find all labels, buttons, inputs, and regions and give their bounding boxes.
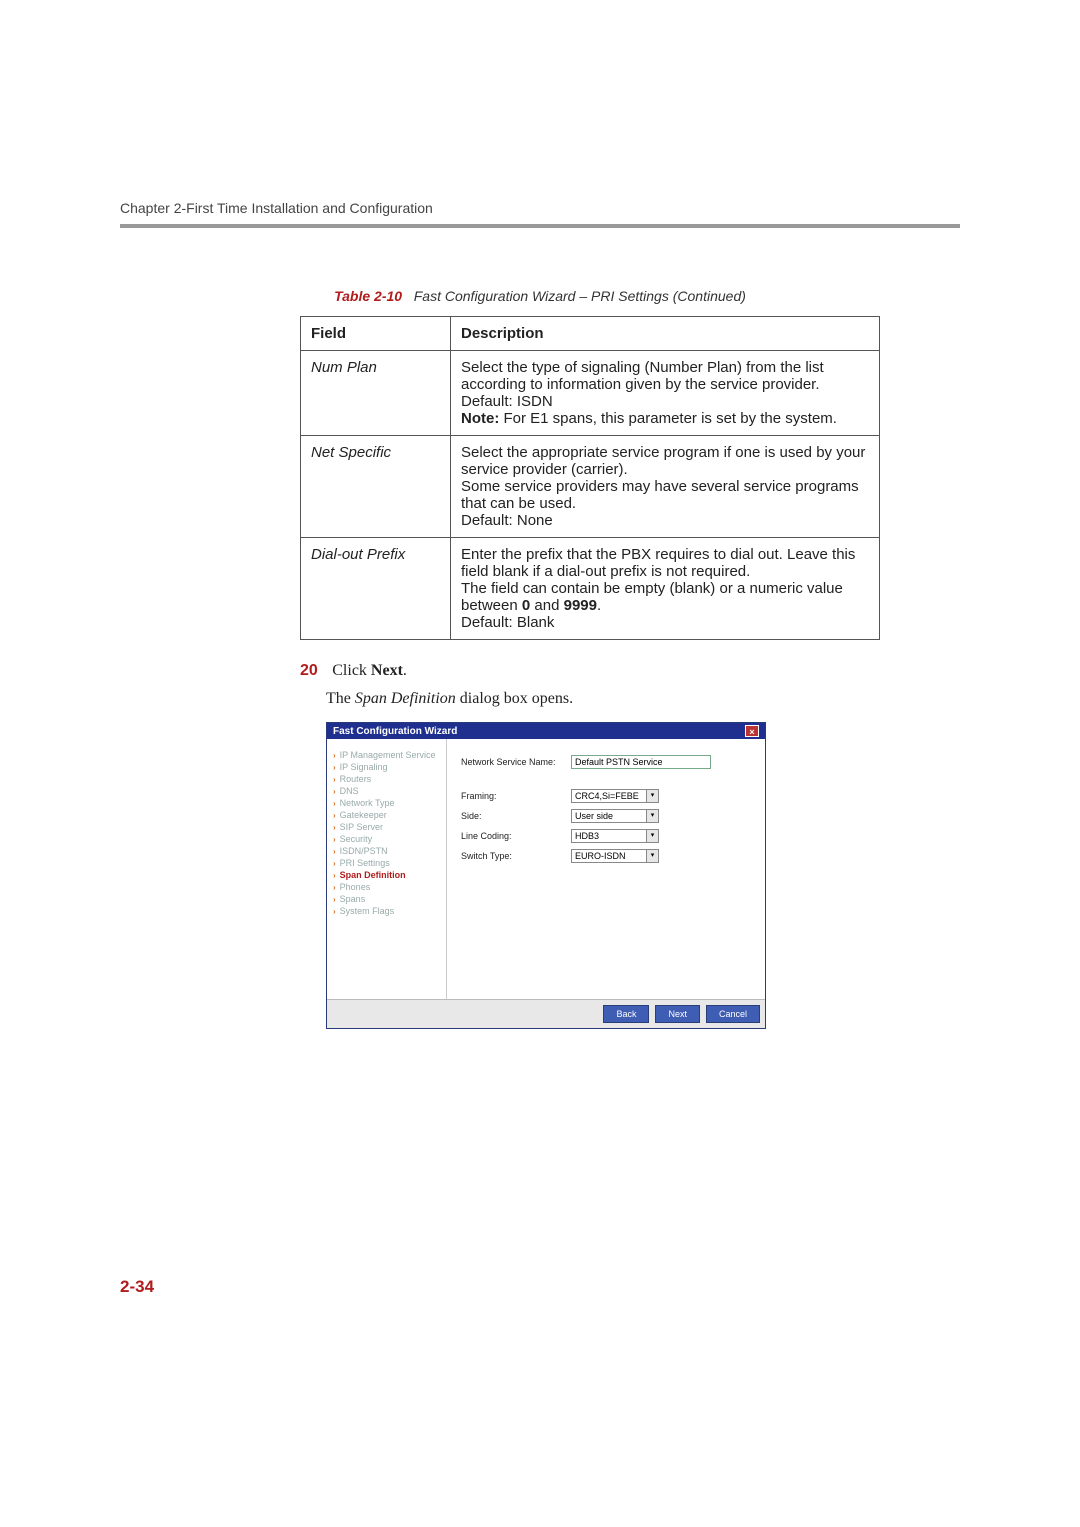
chevron-right-icon: ›	[333, 871, 336, 880]
caption-text: Fast Configuration Wizard – PRI Settings…	[406, 288, 746, 304]
chevron-down-icon: ▾	[647, 789, 659, 803]
chevron-right-icon: ›	[333, 811, 336, 820]
step-20: 20 Click Next.	[300, 662, 880, 680]
wizard-titlebar: Fast Configuration Wizard ×	[327, 723, 765, 739]
select-framing[interactable]: CRC4,Si=FEBE▾	[571, 789, 659, 803]
nav-item[interactable]: ›IP Management Service	[333, 749, 440, 761]
nav-item[interactable]: ›Gatekeeper	[333, 809, 440, 821]
next-button[interactable]: Next	[655, 1005, 700, 1023]
wizard-footer: Back Next Cancel	[327, 999, 765, 1028]
row-side: Side: User side▾	[461, 809, 751, 823]
chapter-header: Chapter 2-First Time Installation and Co…	[120, 200, 960, 216]
row-framing: Framing: CRC4,Si=FEBE▾	[461, 789, 751, 803]
wizard-body: ›IP Management Service ›IP Signaling ›Ro…	[327, 739, 765, 999]
select-line-coding[interactable]: HDB3▾	[571, 829, 659, 843]
row-switch-type: Switch Type: EURO-ISDN▾	[461, 849, 751, 863]
close-icon[interactable]: ×	[745, 725, 759, 737]
table-row: Dial-out Prefix Enter the prefix that th…	[301, 538, 880, 640]
chevron-right-icon: ›	[333, 787, 336, 796]
chevron-right-icon: ›	[333, 763, 336, 772]
select-side[interactable]: User side▾	[571, 809, 659, 823]
chevron-right-icon: ›	[333, 775, 336, 784]
nav-item[interactable]: ›Security	[333, 833, 440, 845]
nav-item[interactable]: ›Network Type	[333, 797, 440, 809]
wizard-title: Fast Configuration Wizard	[333, 726, 457, 737]
cell-desc: Enter the prefix that the PBX requires t…	[451, 538, 880, 640]
th-description: Description	[451, 317, 880, 351]
row-line-coding: Line Coding: HDB3▾	[461, 829, 751, 843]
label-switch-type: Switch Type:	[461, 851, 571, 861]
cancel-button[interactable]: Cancel	[706, 1005, 760, 1023]
chevron-down-icon: ▾	[647, 829, 659, 843]
chevron-right-icon: ›	[333, 847, 336, 856]
th-field: Field	[301, 317, 451, 351]
cell-field: Num Plan	[301, 351, 451, 436]
nav-item[interactable]: ›System Flags	[333, 905, 440, 917]
step-result: The Span Definition dialog box opens.	[326, 690, 880, 708]
chevron-down-icon: ▾	[647, 849, 659, 863]
nav-item[interactable]: ›PRI Settings	[333, 857, 440, 869]
label-line-coding: Line Coding:	[461, 831, 571, 841]
caption-label: Table 2-10	[334, 288, 402, 304]
nav-item[interactable]: ›IP Signaling	[333, 761, 440, 773]
cell-field: Dial-out Prefix	[301, 538, 451, 640]
nav-item[interactable]: ›SIP Server	[333, 821, 440, 833]
wizard-main: Network Service Name: Default PSTN Servi…	[447, 739, 765, 999]
nav-item[interactable]: ›Spans	[333, 893, 440, 905]
table-row: Num Plan Select the type of signaling (N…	[301, 351, 880, 436]
table-caption: Table 2-10 Fast Configuration Wizard – P…	[250, 288, 830, 304]
nav-item[interactable]: ›ISDN/PSTN	[333, 845, 440, 857]
chevron-right-icon: ›	[333, 883, 336, 892]
page: Chapter 2-First Time Installation and Co…	[0, 0, 1080, 1527]
chevron-right-icon: ›	[333, 907, 336, 916]
content-area: Chapter 2-First Time Installation and Co…	[120, 200, 960, 1029]
back-button[interactable]: Back	[603, 1005, 649, 1023]
nav-item[interactable]: ›Routers	[333, 773, 440, 785]
wizard-nav: ›IP Management Service ›IP Signaling ›Ro…	[327, 739, 447, 999]
chevron-right-icon: ›	[333, 835, 336, 844]
chevron-right-icon: ›	[333, 859, 336, 868]
chevron-right-icon: ›	[333, 823, 336, 832]
table-header-row: Field Description	[301, 317, 880, 351]
row-network-service-name: Network Service Name: Default PSTN Servi…	[461, 755, 751, 769]
fast-config-wizard-dialog: Fast Configuration Wizard × ›IP Manageme…	[326, 722, 766, 1029]
select-switch-type[interactable]: EURO-ISDN▾	[571, 849, 659, 863]
header-rule	[120, 224, 960, 228]
table-row: Net Specific Select the appropriate serv…	[301, 436, 880, 538]
cell-desc: Select the appropriate service program i…	[451, 436, 880, 538]
nav-item[interactable]: ›Phones	[333, 881, 440, 893]
input-nsn[interactable]: Default PSTN Service	[571, 755, 711, 769]
label-side: Side:	[461, 811, 571, 821]
chevron-right-icon: ›	[333, 799, 336, 808]
pri-settings-table: Field Description Num Plan Select the ty…	[300, 316, 880, 640]
chevron-right-icon: ›	[333, 751, 336, 760]
label-nsn: Network Service Name:	[461, 757, 571, 767]
page-number: 2-34	[120, 1277, 154, 1297]
cell-field: Net Specific	[301, 436, 451, 538]
step-number: 20	[300, 662, 318, 679]
chevron-right-icon: ›	[333, 895, 336, 904]
nav-item-active[interactable]: ›Span Definition	[333, 869, 440, 881]
label-framing: Framing:	[461, 791, 571, 801]
cell-desc: Select the type of signaling (Number Pla…	[451, 351, 880, 436]
step-text: Click Next.	[332, 662, 407, 679]
nav-item[interactable]: ›DNS	[333, 785, 440, 797]
chevron-down-icon: ▾	[647, 809, 659, 823]
